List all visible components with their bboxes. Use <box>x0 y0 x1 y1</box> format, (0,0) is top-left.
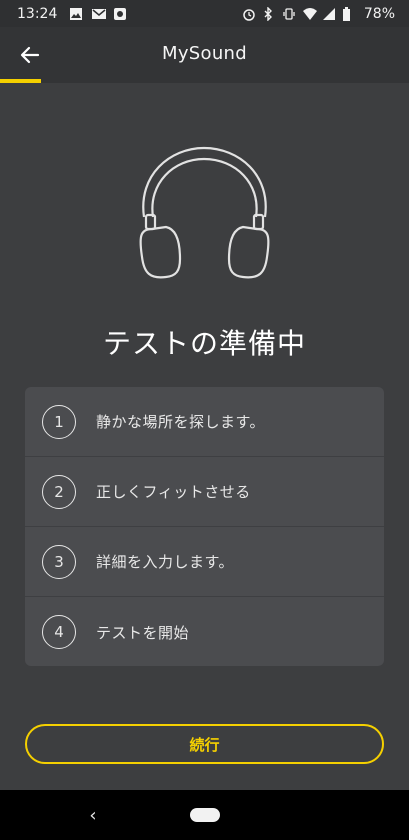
nav-home-button[interactable] <box>190 808 220 822</box>
bluetooth-icon <box>262 5 276 22</box>
alarm-icon <box>242 7 256 21</box>
signal-icon <box>322 7 336 21</box>
wifi-icon <box>302 7 317 21</box>
step-label: 静かな場所を探します。 <box>96 413 266 431</box>
page-title: MySound <box>162 43 247 64</box>
headphones-icon <box>136 145 273 285</box>
list-item: 2 正しくフィットさせる <box>25 457 384 527</box>
step-label: 正しくフィットさせる <box>96 483 251 501</box>
step-number: 2 <box>42 474 76 509</box>
battery-level: 78% <box>363 5 395 22</box>
step-label: テストを開始 <box>96 623 190 642</box>
system-nav-bar: ‹ <box>0 790 409 840</box>
step-number: 4 <box>42 615 76 649</box>
list-item: 1 静かな場所を探します。 <box>25 387 384 457</box>
step-label: 詳細を入力します。 <box>96 553 235 571</box>
status-left: 13:24 <box>17 6 127 22</box>
image-icon <box>69 7 83 21</box>
step-number: 1 <box>42 404 76 439</box>
continue-button[interactable]: 続行 <box>25 724 384 764</box>
screen: 13:24 78% MySound テストの準備中 1 静かな場所を探します。 … <box>0 0 409 840</box>
main-title: テストの準備中 <box>102 327 306 360</box>
header-accent-indicator <box>0 79 41 83</box>
step-number: 3 <box>42 544 76 579</box>
app-header: MySound <box>0 27 409 83</box>
gmail-icon <box>91 7 107 21</box>
vibrate-icon <box>282 7 296 21</box>
status-bar: 13:24 78% <box>0 0 409 27</box>
status-right: 78% <box>242 6 395 22</box>
list-item: 3 詳細を入力します。 <box>25 527 384 597</box>
nav-back-button[interactable]: ‹ <box>83 804 103 826</box>
battery-icon <box>342 6 356 21</box>
app-notification-icon <box>113 7 127 21</box>
list-item: 4 テストを開始 <box>25 597 384 666</box>
status-time: 13:24 <box>17 5 58 22</box>
steps-card: 1 静かな場所を探します。 2 正しくフィットさせる 3 詳細を入力します。 4… <box>25 387 384 666</box>
